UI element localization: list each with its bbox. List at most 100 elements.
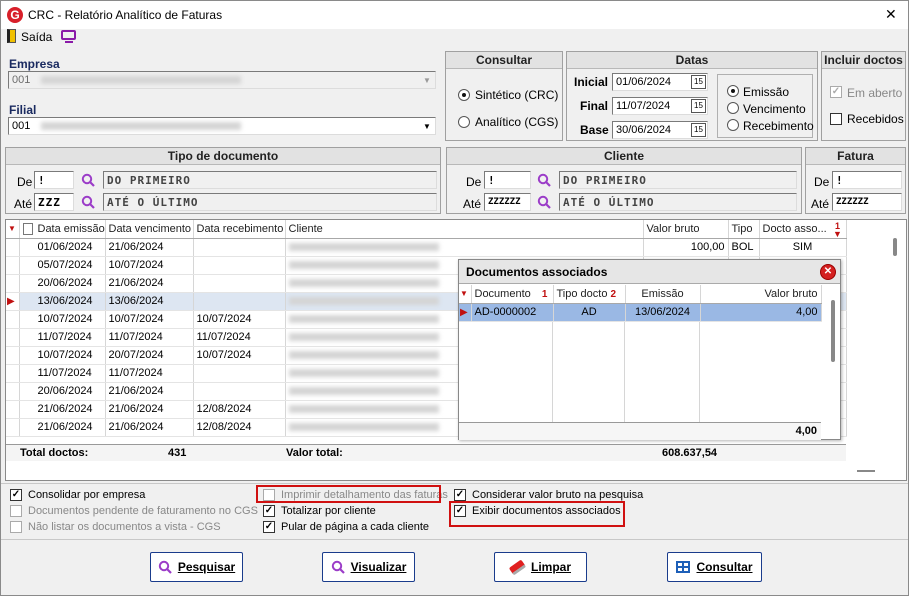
popup-col-valor-bruto[interactable]: Valor bruto — [700, 285, 822, 304]
base-label: Base — [580, 123, 609, 137]
grid-vertical-scrollbar[interactable] — [893, 238, 897, 256]
tipo-ate-search-icon[interactable] — [81, 195, 95, 209]
inicial-calendar-icon[interactable]: 15 — [691, 75, 706, 89]
pesquisar-button[interactable]: Pesquisar — [150, 552, 243, 582]
fatura-de-input[interactable]: ! — [832, 171, 902, 189]
cliente-name-redacted — [288, 279, 439, 288]
radio-emissao[interactable] — [727, 85, 739, 97]
cell-data-vencimento: 10/07/2024 — [105, 310, 194, 329]
popup-header-row: ▼ Documento 1 Tipo docto 2 Emissão Valor… — [459, 285, 822, 304]
col-data-recebimento[interactable]: Data recebimento — [193, 220, 286, 239]
popup-close-icon[interactable]: ✕ — [820, 264, 836, 280]
empresa-select: 001 — [8, 71, 436, 89]
popup-table: ▼ Documento 1 Tipo docto 2 Emissão Valor… — [459, 285, 822, 322]
close-button[interactable]: ✕ — [885, 6, 897, 23]
popup-row[interactable]: ▶ AD-0000002 AD 13/06/2024 4,00 — [459, 303, 822, 322]
check-recebidos[interactable] — [830, 113, 842, 125]
cell-data-recebimento — [193, 274, 286, 293]
cell-data-vencimento: 21/06/2024 — [105, 418, 194, 437]
datas-group: Datas Inicial 01/06/2024 15 Final 11/07/… — [566, 51, 818, 141]
consultar-button[interactable]: Consultar — [667, 552, 762, 582]
cell-data-emissao: 10/07/2024 — [19, 310, 106, 329]
fatura-title: Fatura — [806, 148, 905, 165]
col-cliente[interactable]: Cliente — [285, 220, 644, 239]
cliente-ate-search-icon[interactable] — [537, 195, 551, 209]
check-totalizar-cliente[interactable]: ✓ — [263, 505, 275, 517]
cell-data-vencimento: 13/06/2024 — [105, 292, 194, 311]
cell-valor-bruto: 100,00 — [643, 238, 729, 257]
popup-col-emissao[interactable]: Emissão — [625, 285, 701, 304]
cell-data-emissao: 20/06/2024 — [19, 382, 106, 401]
cliente-ate-input[interactable]: ZZZZZZ — [484, 193, 531, 211]
filial-dropdown-icon[interactable]: ▼ — [420, 118, 434, 135]
radio-sintetico[interactable] — [458, 89, 470, 101]
popup-cell-tipo: AD — [553, 303, 626, 322]
grid-menu-icon[interactable]: ▼ — [6, 220, 20, 239]
filial-select[interactable]: 001 — [8, 117, 436, 135]
sort-1-icon: 1 — [541, 288, 548, 300]
tipo-de-description: DO PRIMEIRO — [103, 171, 437, 189]
check-valor-bruto-label: Considerar valor bruto na pesquisa — [472, 489, 644, 501]
check-valor-bruto[interactable]: ✓ — [454, 489, 466, 501]
monitor-icon[interactable] — [61, 30, 76, 40]
col-data-vencimento[interactable]: Data vencimento — [105, 220, 194, 239]
popup-row-pointer-icon: ▶ — [459, 303, 472, 322]
popup-col-documento[interactable]: Documento 1 — [471, 285, 554, 304]
popup-col-tipo-docto[interactable]: Tipo docto 2 — [553, 285, 626, 304]
documentos-associados-panel: Documentos associados ✕ ▼ Documento 1 Ti… — [458, 259, 841, 440]
radio-analitico[interactable] — [458, 116, 470, 128]
row-indicator — [6, 310, 20, 329]
radio-sintetico-label: Sintético (CRC) — [475, 88, 559, 102]
title-bar: G CRC - Relatório Analítico de Faturas ✕ — [1, 1, 908, 29]
monitor-icon-stand — [65, 41, 73, 43]
cell-data-vencimento: 21/06/2024 — [105, 238, 194, 257]
cliente-name-redacted — [288, 261, 439, 270]
final-label: Final — [580, 99, 609, 113]
col-tipo[interactable]: Tipo — [728, 220, 760, 239]
tipo-de-input[interactable]: ! — [34, 171, 74, 189]
eraser-icon — [508, 559, 527, 575]
final-calendar-icon[interactable]: 15 — [691, 99, 706, 113]
cell-data-vencimento: 20/07/2024 — [105, 346, 194, 365]
fatura-group: Fatura De ! Até ZZZZZZ — [805, 147, 906, 214]
cell-data-vencimento: 11/07/2024 — [105, 364, 194, 383]
exit-menu[interactable]: Saída — [21, 30, 52, 44]
check-consolidar[interactable]: ✓ — [10, 489, 22, 501]
table-row[interactable]: 01/06/2024 21/06/2024 100,00 BOL SIM — [6, 238, 847, 257]
grid-horizontal-scrollbar[interactable] — [857, 470, 875, 472]
grid-header-row: ▼ Data emissão Data vencimento Data rece… — [6, 220, 847, 239]
row-indicator — [6, 346, 20, 365]
button-bar — [1, 539, 908, 540]
tipo-documento-group: Tipo de documento De ! DO PRIMEIRO Até Z… — [5, 147, 441, 214]
popup-cell-valor: 4,00 — [700, 303, 822, 322]
check-nao-listar — [10, 521, 22, 533]
tipo-de-search-icon[interactable] — [81, 173, 95, 187]
cliente-de-input[interactable]: ! — [484, 171, 531, 189]
radio-recebimento[interactable] — [727, 119, 739, 131]
limpar-label: Limpar — [530, 560, 571, 574]
popup-menu-icon[interactable]: ▼ — [459, 285, 472, 304]
cell-data-emissao: 01/06/2024 — [19, 238, 106, 257]
cliente-de-description: DO PRIMEIRO — [559, 171, 797, 189]
base-calendar-icon[interactable]: 15 — [691, 123, 706, 137]
cliente-de-search-icon[interactable] — [537, 173, 551, 187]
visualizar-button[interactable]: Visualizar — [322, 552, 415, 582]
cliente-name-redacted — [288, 369, 439, 378]
cell-data-emissao: 13/06/2024 — [19, 292, 106, 311]
check-consolidar-label: Consolidar por empresa — [28, 489, 146, 501]
radio-emissao-label: Emissão — [743, 85, 790, 99]
radio-vencimento[interactable] — [727, 102, 739, 114]
visualizar-label: Visualizar — [350, 560, 407, 574]
fatura-ate-input[interactable]: ZZZZZZ — [832, 193, 902, 211]
app-window: G CRC - Relatório Analítico de Faturas ✕… — [0, 0, 909, 596]
check-pular-pagina[interactable]: ✓ — [263, 521, 275, 533]
popup-scrollbar[interactable] — [831, 300, 835, 362]
cliente-name-redacted — [288, 387, 439, 396]
col-valor-bruto[interactable]: Valor bruto — [643, 220, 729, 239]
check-totalizar-cliente-label: Totalizar por cliente — [281, 505, 376, 517]
row-indicator — [6, 256, 20, 275]
cell-data-recebimento — [193, 238, 286, 257]
check-recebidos-label: Recebidos — [847, 112, 904, 126]
limpar-button[interactable]: Limpar — [494, 552, 587, 582]
tipo-ate-input[interactable]: ZZZ — [34, 193, 74, 211]
